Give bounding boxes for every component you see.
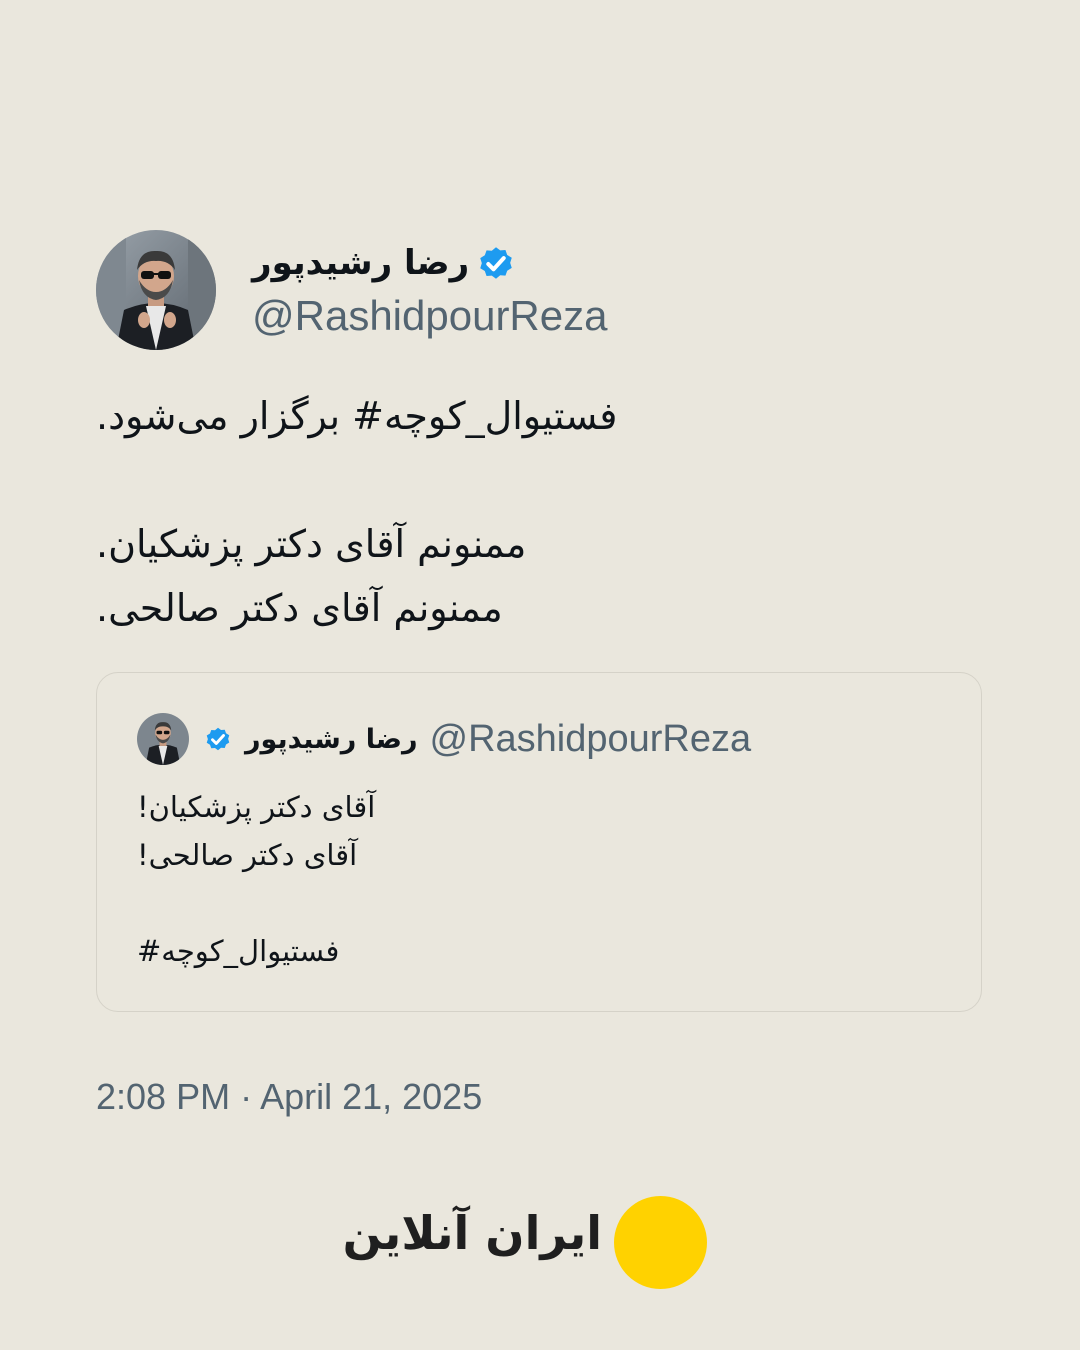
- brand-logo: ایران آنلاین: [342, 1194, 710, 1290]
- tweet-text-line: ممنونم آقای دکتر صالحی.: [96, 586, 503, 630]
- quoted-tweet-hashtag[interactable]: فستیوال_کوچه#: [137, 927, 937, 975]
- tweet-timestamp[interactable]: 2:08 PM · April 21, 2025: [96, 1076, 482, 1118]
- brand-wordmark: ایران آنلاین: [342, 1206, 602, 1260]
- author-display-name[interactable]: رضا رشیدپور: [252, 243, 469, 283]
- tweet-text: فستیوال_کوچه# برگزار می‌شود. ممنونم آقای…: [96, 384, 976, 640]
- verified-badge-icon: [480, 247, 512, 279]
- quoted-tweet-text-line: آقای دکتر صالحی!: [137, 838, 358, 872]
- tweet-text-line: فستیوال_کوچه# برگزار می‌شود.: [96, 394, 618, 438]
- quoted-tweet-text-line: آقای دکتر پزشکیان!: [137, 790, 376, 824]
- quoted-author-photo: [137, 713, 189, 765]
- quoted-author-display-name: رضا رشیدپور: [245, 723, 418, 755]
- author-name-row: رضا رشیدپور: [252, 238, 517, 288]
- tweet-text-blank-line: [96, 448, 976, 512]
- quoted-tweet-text: آقای دکتر پزشکیان! آقای دکتر صالحی! فستی…: [137, 783, 937, 975]
- quoted-tweet-blank-line: [137, 879, 937, 927]
- quoted-author-handle: @RashidpourReza: [429, 717, 752, 760]
- quoted-tweet-header: رضا رشیدپور @RashidpourReza: [137, 713, 751, 765]
- tweet-text-line: ممنونم آقای دکتر پزشکیان.: [96, 522, 527, 566]
- quoted-tweet-card[interactable]: رضا رشیدپور @RashidpourReza آقای دکتر پز…: [96, 672, 982, 1012]
- author-photo: [96, 230, 216, 350]
- quoted-author-avatar: [137, 713, 189, 765]
- verified-badge-icon: [206, 727, 230, 751]
- brand-circle-icon: [614, 1196, 707, 1289]
- author-handle[interactable]: @RashidpourReza: [252, 292, 607, 340]
- author-avatar[interactable]: [96, 230, 216, 350]
